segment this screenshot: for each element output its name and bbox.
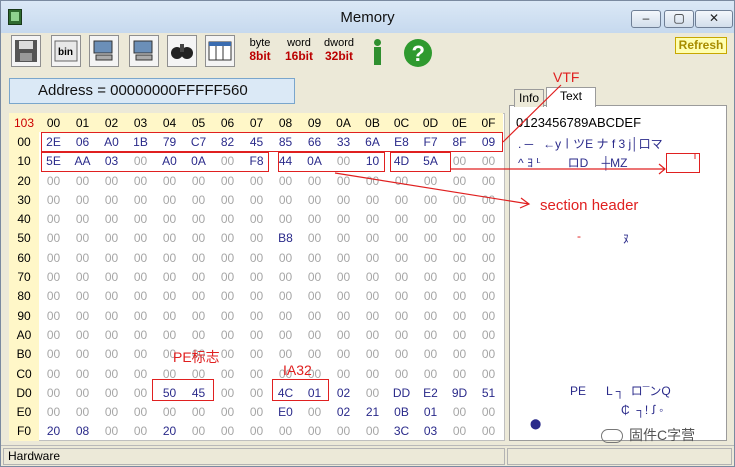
watermark-text: 固件C字营 — [629, 427, 696, 443]
annotation-arrows — [334, 84, 696, 209]
wechat-icon — [601, 429, 623, 443]
section-arrow — [334, 172, 530, 205]
memory-window: Memory – ▢ ✕ bin byte 8bit word 16bit dw… — [0, 0, 735, 467]
vtf-arrow — [502, 84, 562, 143]
